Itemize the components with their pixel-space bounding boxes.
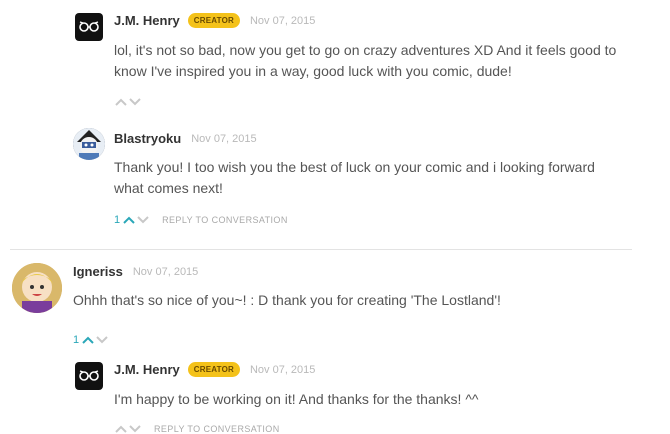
comment-text-line: Ohhh that's so nice of you~! : D thank y… [73,292,501,308]
author-name[interactable]: Blastryoku [114,131,181,146]
upvote-icon[interactable] [114,424,128,434]
upvote-icon[interactable] [114,97,128,107]
comment-text-line: Thank you! I too wish you the best of lu… [114,159,595,175]
downvote-icon[interactable] [128,97,142,107]
comment-actions: 1 [73,334,109,346]
comment-text: Ohhh that's so nice of you~! : D thank y… [73,290,501,311]
thread-divider [10,249,632,250]
comment-date: Nov 07, 2015 [249,14,316,27]
upvote-icon[interactable] [81,335,95,345]
creator-badge: CREATOR [187,362,240,377]
vote-count: 1 [73,334,80,346]
reply-to-conversation-link[interactable]: REPLY TO CONVERSATION [162,215,288,225]
comment-date: Nov 07, 2015 [132,265,199,278]
upvote-icon[interactable] [122,215,136,225]
avatar-igneriss[interactable] [12,263,62,313]
avatar-jm-henry[interactable] [75,362,103,390]
downvote-icon[interactable] [136,215,150,225]
avatar-jm-henry[interactable] [75,13,103,41]
glasses-avatar-icon [79,370,99,381]
character-avatar-icon [73,128,105,160]
comment-text-line: what comes next! [114,180,223,196]
comment-text-line: lol, it's not so bad, now you get to go … [114,42,617,58]
comment-actions: REPLY TO CONVERSATION [114,424,280,434]
comment-actions: 1 REPLY TO CONVERSATION [114,214,288,226]
author-name[interactable]: Igneriss [73,264,123,279]
creator-badge: CREATOR [187,13,240,28]
comment-actions [114,97,142,107]
comment-date: Nov 07, 2015 [191,132,257,145]
author-name[interactable]: J.M. Henry [114,13,180,28]
comment-text: Thank you! I too wish you the best of lu… [114,157,595,199]
character-avatar-icon [12,263,62,313]
comment-text: lol, it's not so bad, now you get to go … [114,40,616,82]
comment-text-line: know I've inspired you in a way, good lu… [114,63,512,79]
avatar-blastryoku[interactable] [73,128,105,160]
comment-text: I'm happy to be working on it! And thank… [114,389,478,410]
downvote-icon[interactable] [95,335,109,345]
author-name[interactable]: J.M. Henry [114,362,180,377]
downvote-icon[interactable] [128,424,142,434]
reply-to-conversation-link[interactable]: REPLY TO CONVERSATION [154,424,280,434]
comment-date: Nov 07, 2015 [249,363,316,376]
comment-text-line: I'm happy to be working on it! And thank… [114,391,479,407]
glasses-avatar-icon [79,21,99,32]
vote-count: 1 [114,214,121,226]
